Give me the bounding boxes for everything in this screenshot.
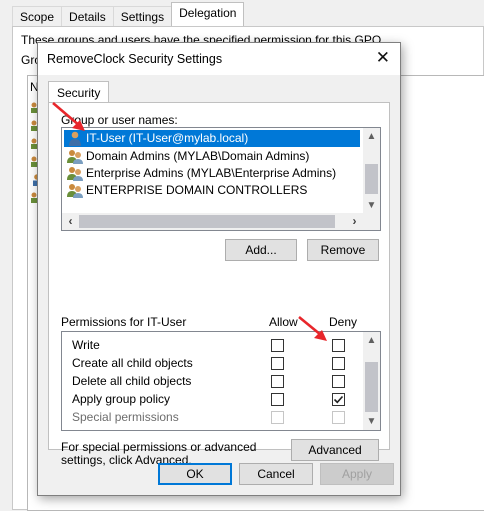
permission-name: Create all child objects <box>72 356 193 370</box>
deny-checkbox-write[interactable] <box>332 339 345 352</box>
permissions-for-label: Permissions for IT-User <box>61 315 187 329</box>
apply-button: Apply <box>320 463 394 485</box>
deny-checkbox-special <box>332 411 345 424</box>
allow-checkbox-apply-group-policy[interactable] <box>271 393 284 406</box>
permission-row-create-child: Create all child objects <box>62 354 364 372</box>
cancel-button[interactable]: Cancel <box>239 463 313 485</box>
allow-checkbox-create-child[interactable] <box>271 357 284 370</box>
allow-checkbox-delete-child[interactable] <box>271 375 284 388</box>
background-tab-strip: Scope Details Settings Delegation <box>12 2 245 26</box>
scroll-up-icon[interactable]: ▲ <box>363 332 380 349</box>
tab-settings[interactable]: Settings <box>112 6 173 26</box>
allow-checkbox-special <box>271 411 284 424</box>
permission-name: Delete all child objects <box>72 374 192 388</box>
allow-checkbox-write[interactable] <box>271 339 284 352</box>
list-item-label: Domain Admins (MYLAB\Domain Admins) <box>86 149 310 163</box>
dialog-titlebar[interactable]: RemoveClock Security Settings ✕ <box>38 43 400 75</box>
permission-name: Write <box>72 338 100 352</box>
add-button[interactable]: Add... <box>225 239 297 261</box>
ok-button[interactable]: OK <box>158 463 232 485</box>
annotation-arrow-icon <box>52 102 85 131</box>
permissions-vertical-scrollbar[interactable]: ▲ ▼ <box>363 332 380 430</box>
permission-name: Apply group policy <box>72 392 171 406</box>
user-group-icon <box>67 167 83 181</box>
deny-checkbox-apply-group-policy[interactable] <box>332 393 345 406</box>
deny-column-header: Deny <box>329 315 358 329</box>
allow-column-header: Allow <box>269 315 298 329</box>
list-item-label: IT-User (IT-User@mylab.local) <box>86 131 249 145</box>
security-tab-page: Group or user names: IT-User (IT-User@my… <box>48 102 390 467</box>
checkmark-icon <box>333 395 344 404</box>
permissions-list[interactable]: Write Create all child objects Delete al… <box>61 331 381 431</box>
names-horizontal-scroll-thumb[interactable] <box>79 215 335 228</box>
list-item-it-user[interactable]: IT-User (IT-User@mylab.local) <box>64 130 360 147</box>
permissions-scroll-thumb[interactable] <box>365 362 378 412</box>
user-group-icon <box>67 150 83 164</box>
advanced-button[interactable]: Advanced <box>291 439 379 461</box>
tab-delegation[interactable]: Delegation <box>171 2 245 26</box>
security-settings-dialog: RemoveClock Security Settings ✕ Security… <box>37 42 401 496</box>
permission-row-delete-child: Delete all child objects <box>62 372 364 390</box>
list-item-enterprise-domain-controllers[interactable]: ENTERPRISE DOMAIN CONTROLLERS <box>64 182 360 199</box>
tab-details[interactable]: Details <box>61 6 114 26</box>
close-icon[interactable]: ✕ <box>376 48 390 68</box>
dialog-title: RemoveClock Security Settings <box>47 52 223 66</box>
permission-row-apply-group-policy: Apply group policy <box>62 390 364 408</box>
deny-checkbox-create-child[interactable] <box>332 357 345 370</box>
list-item-label: ENTERPRISE DOMAIN CONTROLLERS <box>86 183 308 197</box>
list-item-label: Enterprise Admins (MYLAB\Enterprise Admi… <box>86 166 337 180</box>
deny-checkbox-delete-child[interactable] <box>332 375 345 388</box>
scroll-down-icon[interactable]: ▼ <box>363 413 380 430</box>
scroll-right-icon[interactable]: › <box>346 213 363 230</box>
names-vertical-scroll-thumb[interactable] <box>365 164 378 194</box>
remove-button[interactable]: Remove <box>307 239 379 261</box>
scroll-up-icon[interactable]: ▲ <box>363 128 380 145</box>
scroll-down-icon[interactable]: ▼ <box>363 197 380 214</box>
names-vertical-scrollbar[interactable]: ▲ ▼ <box>363 128 380 214</box>
names-horizontal-scrollbar[interactable]: ‹ › <box>62 213 380 230</box>
annotation-arrow-icon <box>298 315 327 341</box>
group-user-list[interactable]: IT-User (IT-User@mylab.local) Domain Adm… <box>61 127 381 231</box>
scrollbar-corner <box>363 213 380 230</box>
list-item-domain-admins[interactable]: Domain Admins (MYLAB\Domain Admins) <box>64 148 360 165</box>
permission-name: Special permissions <box>72 410 179 424</box>
user-group-icon <box>67 184 83 198</box>
permission-row-special: Special permissions <box>62 408 364 426</box>
tab-scope[interactable]: Scope <box>12 6 63 26</box>
scroll-left-icon[interactable]: ‹ <box>62 213 79 230</box>
list-item-enterprise-admins[interactable]: Enterprise Admins (MYLAB\Enterprise Admi… <box>64 165 360 182</box>
